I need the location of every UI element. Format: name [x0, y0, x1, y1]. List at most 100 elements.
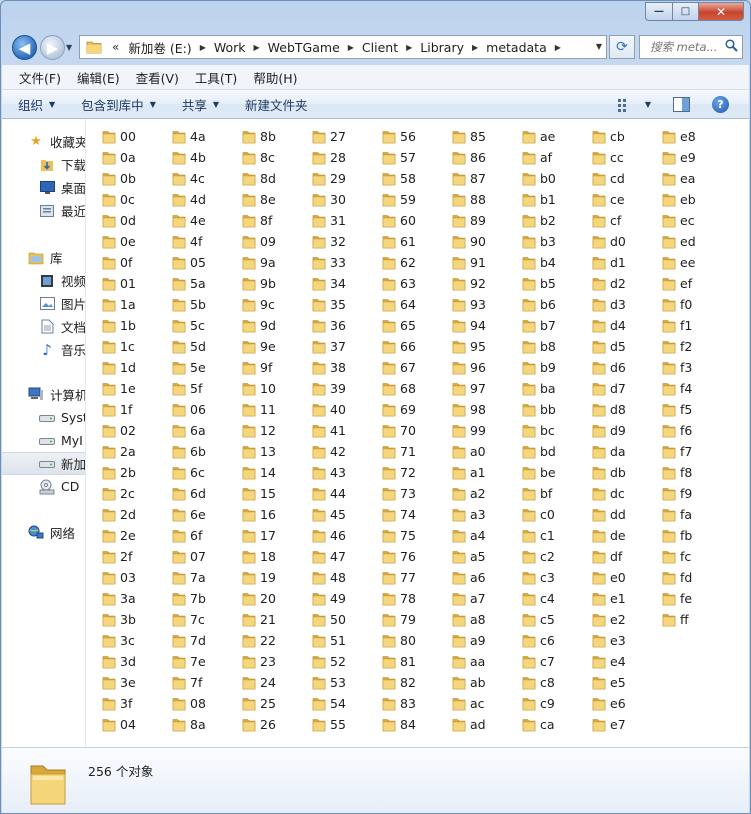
forward-button[interactable]: ▶ — [40, 35, 65, 60]
folder-item[interactable]: 10 — [226, 378, 294, 399]
folder-item[interactable]: a3 — [436, 504, 504, 525]
folder-item[interactable]: 69 — [366, 399, 434, 420]
folder-item[interactable]: 00 — [86, 126, 154, 147]
folder-item[interactable]: 52 — [296, 651, 364, 672]
minimize-button[interactable]: — — [645, 2, 672, 21]
search-box[interactable] — [639, 35, 743, 59]
folder-item[interactable]: a9 — [436, 630, 504, 651]
folder-item[interactable]: 98 — [436, 399, 504, 420]
nav-computer[interactable]: 计算机 — [2, 383, 85, 406]
folder-item[interactable]: 7e — [156, 651, 224, 672]
help-icon[interactable]: ? — [712, 96, 729, 113]
folder-item[interactable]: 9b — [226, 273, 294, 294]
folder-item[interactable]: 2c — [86, 483, 154, 504]
menu-item[interactable]: 查看(V) — [128, 68, 187, 87]
folder-item[interactable]: 1c — [86, 336, 154, 357]
folder-item[interactable]: 83 — [366, 693, 434, 714]
address-history-dropdown[interactable]: ▼ — [596, 42, 602, 51]
folder-item[interactable]: 9e — [226, 336, 294, 357]
folder-item[interactable]: 3d — [86, 651, 154, 672]
folder-item[interactable]: 47 — [296, 546, 364, 567]
folder-item[interactable]: 15 — [226, 483, 294, 504]
folder-item[interactable]: 2a — [86, 441, 154, 462]
folder-item[interactable]: 27 — [296, 126, 364, 147]
folder-item[interactable]: 84 — [366, 714, 434, 735]
folder-item[interactable]: 66 — [366, 336, 434, 357]
folder-item[interactable]: 80 — [366, 630, 434, 651]
folder-item[interactable]: 97 — [436, 378, 504, 399]
folder-item[interactable]: fd — [646, 567, 714, 588]
folder-item[interactable]: e1 — [576, 588, 644, 609]
folder-item[interactable]: d3 — [576, 294, 644, 315]
folder-item[interactable]: 61 — [366, 231, 434, 252]
folder-item[interactable]: 4c — [156, 168, 224, 189]
folder-item[interactable]: f7 — [646, 441, 714, 462]
search-input[interactable] — [640, 36, 722, 58]
folder-item[interactable]: f1 — [646, 315, 714, 336]
folder-item[interactable]: b6 — [506, 294, 574, 315]
folder-item[interactable]: b2 — [506, 210, 574, 231]
folder-item[interactable]: 5f — [156, 378, 224, 399]
folder-item[interactable]: 64 — [366, 294, 434, 315]
folder-item[interactable]: c6 — [506, 630, 574, 651]
folder-item[interactable]: 70 — [366, 420, 434, 441]
folder-item[interactable]: de — [576, 525, 644, 546]
folder-item[interactable]: 6e — [156, 504, 224, 525]
folder-item[interactable]: 2f — [86, 546, 154, 567]
search-icon[interactable] — [725, 39, 738, 52]
folder-item[interactable]: db — [576, 462, 644, 483]
folder-item[interactable]: 88 — [436, 189, 504, 210]
view-options-icon[interactable] — [617, 98, 633, 112]
folder-item[interactable]: b1 — [506, 189, 574, 210]
folder-item[interactable]: f2 — [646, 336, 714, 357]
folder-item[interactable]: a4 — [436, 525, 504, 546]
folder-item[interactable]: 65 — [366, 315, 434, 336]
folder-item[interactable]: 18 — [226, 546, 294, 567]
folder-item[interactable]: d9 — [576, 420, 644, 441]
folder-item[interactable]: 42 — [296, 441, 364, 462]
folder-item[interactable]: 57 — [366, 147, 434, 168]
nav-item-my-drive[interactable]: MyI — [2, 429, 85, 452]
folder-item[interactable]: d0 — [576, 231, 644, 252]
folder-item[interactable]: 16 — [226, 504, 294, 525]
folder-item[interactable]: c1 — [506, 525, 574, 546]
folder-item[interactable]: 02 — [86, 420, 154, 441]
folder-item[interactable]: a2 — [436, 483, 504, 504]
folder-item[interactable]: 91 — [436, 252, 504, 273]
folder-item[interactable]: 05 — [156, 252, 224, 273]
folder-item[interactable]: ef — [646, 273, 714, 294]
organize-button[interactable]: 组织 ▼ — [18, 95, 55, 114]
folder-item[interactable]: ea — [646, 168, 714, 189]
folder-item[interactable]: 28 — [296, 147, 364, 168]
breadcrumb-item[interactable]: 新加卷 (E:) — [122, 38, 197, 57]
folder-item[interactable]: 26 — [226, 714, 294, 735]
folder-item[interactable]: ff — [646, 609, 714, 630]
back-button[interactable]: ◀ — [12, 35, 37, 60]
folder-item[interactable]: ab — [436, 672, 504, 693]
folder-item[interactable]: 06 — [156, 399, 224, 420]
folder-item[interactable]: d5 — [576, 336, 644, 357]
folder-item[interactable]: 5c — [156, 315, 224, 336]
folder-item[interactable]: 9c — [226, 294, 294, 315]
folder-item[interactable]: 11 — [226, 399, 294, 420]
folder-item[interactable]: af — [506, 147, 574, 168]
folder-item[interactable]: 2b — [86, 462, 154, 483]
folder-item[interactable]: e0 — [576, 567, 644, 588]
folder-item[interactable]: 44 — [296, 483, 364, 504]
breadcrumb-chevron-icon[interactable]: ▶ — [553, 43, 563, 52]
breadcrumb-item[interactable]: Library — [414, 40, 470, 55]
folder-item[interactable]: eb — [646, 189, 714, 210]
folder-item[interactable]: 5d — [156, 336, 224, 357]
folder-item[interactable]: 54 — [296, 693, 364, 714]
nav-item-music[interactable]: ♪ 音乐 — [2, 338, 85, 361]
folder-item[interactable]: e8 — [646, 126, 714, 147]
menu-item[interactable]: 工具(T) — [187, 68, 245, 87]
folder-item[interactable]: 12 — [226, 420, 294, 441]
folder-item[interactable]: ae — [506, 126, 574, 147]
folder-item[interactable]: bc — [506, 420, 574, 441]
breadcrumb-item[interactable]: WebTGame — [262, 40, 346, 55]
folder-item[interactable]: d8 — [576, 399, 644, 420]
recent-pages-dropdown[interactable]: ▼ — [66, 43, 72, 52]
folder-item[interactable]: 30 — [296, 189, 364, 210]
folder-item[interactable]: 20 — [226, 588, 294, 609]
